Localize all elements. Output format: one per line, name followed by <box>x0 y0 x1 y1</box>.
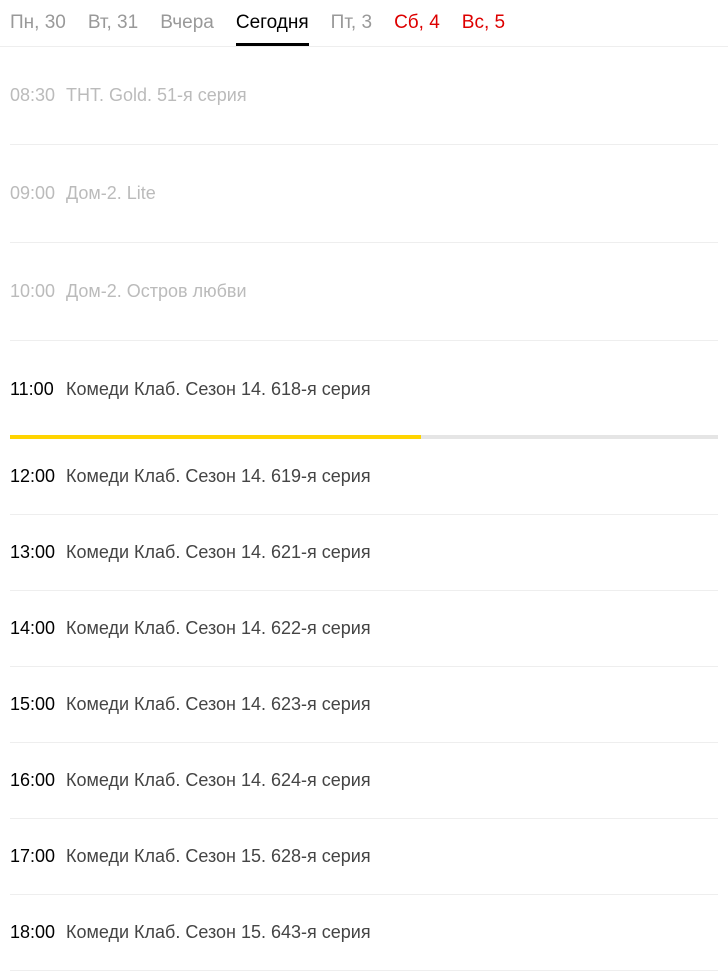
schedule-row[interactable]: 16:00 Комеди Клаб. Сезон 14. 624-я серия <box>10 743 718 819</box>
schedule-row[interactable]: 09:00 Дом-2. Lite <box>10 145 718 243</box>
schedule-time: 14:00 <box>10 618 66 639</box>
tab-day-6[interactable]: Вс, 5 <box>462 12 505 46</box>
schedule-list: 08:30 ТНТ. Gold. 51-я серия 09:00 Дом-2.… <box>0 47 728 971</box>
schedule-time: 08:30 <box>10 85 66 106</box>
schedule-time: 13:00 <box>10 542 66 563</box>
tab-day-5[interactable]: Сб, 4 <box>394 12 440 46</box>
schedule-time: 11:00 <box>10 379 66 400</box>
schedule-time: 18:00 <box>10 922 66 943</box>
schedule-time: 15:00 <box>10 694 66 715</box>
schedule-time: 16:00 <box>10 770 66 791</box>
schedule-title: Комеди Клаб. Сезон 14. 619-я серия <box>66 466 371 487</box>
tab-day-3[interactable]: Сегодня <box>236 12 309 46</box>
schedule-title: Комеди Клаб. Сезон 14. 618-я серия <box>66 379 371 400</box>
schedule-row[interactable]: 08:30 ТНТ. Gold. 51-я серия <box>10 47 718 145</box>
schedule-title: Комеди Клаб. Сезон 15. 628-я серия <box>66 846 371 867</box>
schedule-title: Дом-2. Остров любви <box>66 281 247 302</box>
tab-day-0[interactable]: Пн, 30 <box>10 12 66 46</box>
schedule-row[interactable]: 14:00 Комеди Клаб. Сезон 14. 622-я серия <box>10 591 718 667</box>
tab-day-4[interactable]: Пт, 3 <box>331 12 372 46</box>
schedule-row[interactable]: 12:00 Комеди Клаб. Сезон 14. 619-я серия <box>10 439 718 515</box>
day-tabs: Пн, 30 Вт, 31 Вчера Сегодня Пт, 3 Сб, 4 … <box>0 0 728 47</box>
schedule-time: 10:00 <box>10 281 66 302</box>
schedule-title: Комеди Клаб. Сезон 14. 623-я серия <box>66 694 371 715</box>
schedule-row[interactable]: 18:00 Комеди Клаб. Сезон 15. 643-я серия <box>10 895 718 971</box>
schedule-title: Комеди Клаб. Сезон 15. 643-я серия <box>66 922 371 943</box>
schedule-title: ТНТ. Gold. 51-я серия <box>66 85 247 106</box>
schedule-title: Комеди Клаб. Сезон 14. 624-я серия <box>66 770 371 791</box>
tab-day-2[interactable]: Вчера <box>160 12 214 46</box>
schedule-row[interactable]: 17:00 Комеди Клаб. Сезон 15. 628-я серия <box>10 819 718 895</box>
schedule-title: Дом-2. Lite <box>66 183 156 204</box>
tab-day-1[interactable]: Вт, 31 <box>88 12 138 46</box>
schedule-time: 12:00 <box>10 466 66 487</box>
schedule-title: Комеди Клаб. Сезон 14. 621-я серия <box>66 542 371 563</box>
schedule-title: Комеди Клаб. Сезон 14. 622-я серия <box>66 618 371 639</box>
schedule-row[interactable]: 15:00 Комеди Клаб. Сезон 14. 623-я серия <box>10 667 718 743</box>
schedule-row[interactable]: 13:00 Комеди Клаб. Сезон 14. 621-я серия <box>10 515 718 591</box>
schedule-row[interactable]: 11:00 Комеди Клаб. Сезон 14. 618-я серия <box>10 341 718 439</box>
schedule-row[interactable]: 10:00 Дом-2. Остров любви <box>10 243 718 341</box>
schedule-time: 09:00 <box>10 183 66 204</box>
schedule-time: 17:00 <box>10 846 66 867</box>
